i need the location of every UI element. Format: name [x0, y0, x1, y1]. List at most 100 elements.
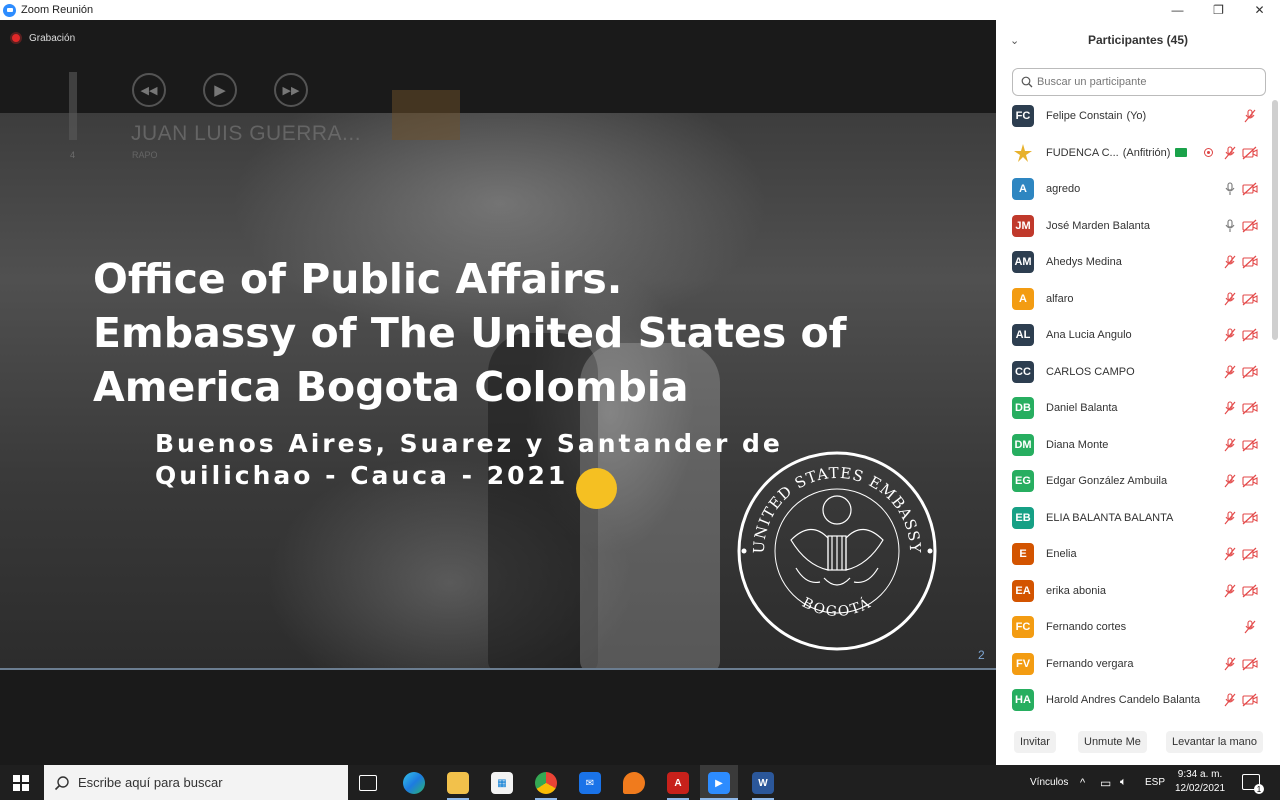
camera-off-icon[interactable]: [1242, 182, 1258, 196]
microphone-muted-icon[interactable]: [1222, 693, 1238, 707]
participant-list-scrollbar[interactable]: [1272, 100, 1278, 340]
file-explorer-icon[interactable]: [447, 772, 469, 794]
participant-row[interactable]: EA erika abonia: [996, 573, 1272, 610]
close-button[interactable]: ✕: [1239, 0, 1280, 20]
microphone-muted-icon[interactable]: [1222, 255, 1238, 269]
raise-hand-button[interactable]: Levantar la mano: [1166, 731, 1263, 753]
zoom-taskbar-icon[interactable]: ▶: [708, 772, 730, 794]
microphone-muted-icon[interactable]: [1222, 474, 1238, 488]
slide-title-line: America Bogota Colombia: [93, 363, 689, 411]
microphone-muted-icon[interactable]: [1222, 292, 1238, 306]
camera-off-icon[interactable]: [1242, 657, 1258, 671]
participant-row[interactable]: EG Edgar González Ambuila: [996, 463, 1272, 500]
participant-row[interactable]: FUDENCA C... (Anfitrión): [996, 135, 1272, 172]
participant-avatar: AL: [1012, 324, 1034, 347]
participant-name: Ana Lucia Angulo: [1046, 329, 1132, 341]
task-view-icon[interactable]: [359, 775, 377, 791]
mail-icon[interactable]: ✉: [579, 772, 601, 794]
participant-row[interactable]: CC CARLOS CAMPO: [996, 354, 1272, 391]
store-icon[interactable]: ▦: [491, 772, 513, 794]
camera-off-icon[interactable]: [1242, 328, 1258, 342]
participant-name: agredo: [1046, 183, 1080, 195]
minimize-button[interactable]: —: [1157, 0, 1198, 20]
links-toolbar[interactable]: Vínculos: [1030, 765, 1068, 800]
participant-name-text: Fernando cortes: [1046, 621, 1127, 634]
camera-off-icon[interactable]: [1242, 474, 1258, 488]
participant-row[interactable]: AL Ana Lucia Angulo: [996, 317, 1272, 354]
participant-row[interactable]: AM Ahedys Medina: [996, 244, 1272, 281]
participant-row[interactable]: FC Felipe Constain (Yo): [996, 98, 1272, 135]
window-titlebar: Zoom Reunión — ❐ ✕: [0, 0, 1280, 20]
participant-row[interactable]: EB ELIA BALANTA BALANTA: [996, 500, 1272, 537]
previous-track-button[interactable]: ◀◀: [132, 73, 166, 107]
taskbar-clock[interactable]: 9:34 a. m. 12/02/2021: [1170, 768, 1230, 796]
taskbar-search[interactable]: Escribe aquí para buscar: [44, 765, 348, 800]
microphone-muted-icon[interactable]: [1222, 401, 1238, 415]
microphone-muted-icon[interactable]: [1222, 657, 1238, 671]
camera-off-icon[interactable]: [1242, 255, 1258, 269]
tray-chevron-icon[interactable]: ^: [1080, 765, 1085, 800]
participant-row[interactable]: Aagredo: [996, 171, 1272, 208]
volume-bar[interactable]: [69, 72, 77, 140]
camera-off-icon[interactable]: [1242, 547, 1258, 561]
next-track-button[interactable]: ▶▶: [274, 73, 308, 107]
participant-avatar: EG: [1012, 470, 1034, 493]
volume-icon[interactable]: 🔈︎: [1120, 765, 1127, 800]
participant-name-text: Daniel Balanta: [1046, 402, 1118, 415]
camera-off-icon[interactable]: [1242, 146, 1258, 160]
maximize-button[interactable]: ❐: [1198, 0, 1239, 20]
microphone-muted-icon[interactable]: [1222, 438, 1238, 452]
camera-off-icon[interactable]: [1242, 401, 1258, 415]
camera-off-icon[interactable]: [1242, 365, 1258, 379]
participant-search[interactable]: [1012, 68, 1266, 96]
microphone-muted-icon[interactable]: [1222, 511, 1238, 525]
links-label: Vínculos: [1030, 777, 1069, 788]
participant-name: erika abonia: [1046, 585, 1106, 597]
notification-icon[interactable]: 1: [1242, 774, 1264, 794]
play-button[interactable]: ▶: [203, 73, 237, 107]
windows-start-icon[interactable]: [13, 775, 29, 791]
record-icon: [10, 32, 22, 44]
edge-icon[interactable]: [403, 772, 425, 794]
chrome-icon[interactable]: [535, 772, 557, 794]
microphone-icon[interactable]: [1222, 219, 1238, 233]
word-icon[interactable]: W: [752, 772, 774, 794]
invite-button[interactable]: Invitar: [1014, 731, 1056, 753]
microphone-muted-icon[interactable]: [1242, 109, 1258, 123]
camera-off-icon[interactable]: [1242, 584, 1258, 598]
camera-off-icon[interactable]: [1242, 292, 1258, 306]
recording-indicator[interactable]: Grabación: [10, 32, 75, 44]
network-icon[interactable]: ▭: [1100, 765, 1111, 800]
participant-avatar: AM: [1012, 251, 1034, 274]
participant-name-text: Fernando vergara: [1046, 657, 1134, 670]
microphone-muted-icon[interactable]: [1222, 146, 1238, 160]
camera-off-icon[interactable]: [1242, 511, 1258, 525]
language-indicator[interactable]: ESP: [1145, 765, 1165, 800]
participant-name: CARLOS CAMPO: [1046, 366, 1135, 378]
participant-row[interactable]: DM Diana Monte: [996, 427, 1272, 464]
participant-row[interactable]: Aalfaro: [996, 281, 1272, 318]
song-title: JUAN LUIS GUERRA...: [131, 122, 362, 145]
participant-name: alfaro: [1046, 293, 1074, 305]
camera-off-icon[interactable]: [1242, 693, 1258, 707]
camera-off-icon[interactable]: [1242, 438, 1258, 452]
participant-avatar: CC: [1012, 360, 1034, 383]
camera-off-icon[interactable]: [1242, 219, 1258, 233]
microphone-icon[interactable]: [1222, 182, 1238, 196]
microphone-muted-icon[interactable]: [1222, 365, 1238, 379]
participant-search-input[interactable]: [1037, 76, 1257, 88]
acrobat-icon[interactable]: A: [667, 772, 689, 794]
participant-row[interactable]: HA Harold Andres Candelo Balanta: [996, 682, 1272, 712]
participant-row[interactable]: JM José Marden Balanta: [996, 208, 1272, 245]
microphone-muted-icon[interactable]: [1242, 620, 1258, 634]
unmute-me-button[interactable]: Unmute Me: [1078, 731, 1147, 753]
participant-row[interactable]: FV Fernando vergara: [996, 646, 1272, 683]
search-icon: [1021, 76, 1033, 88]
microphone-muted-icon[interactable]: [1222, 547, 1238, 561]
participant-row[interactable]: DB Daniel Balanta: [996, 390, 1272, 427]
microphone-muted-icon[interactable]: [1222, 328, 1238, 342]
orange-app-icon[interactable]: [623, 772, 645, 794]
participant-row[interactable]: E Enelia: [996, 536, 1272, 573]
microphone-muted-icon[interactable]: [1222, 584, 1238, 598]
participant-row[interactable]: FC Fernando cortes: [996, 609, 1272, 646]
